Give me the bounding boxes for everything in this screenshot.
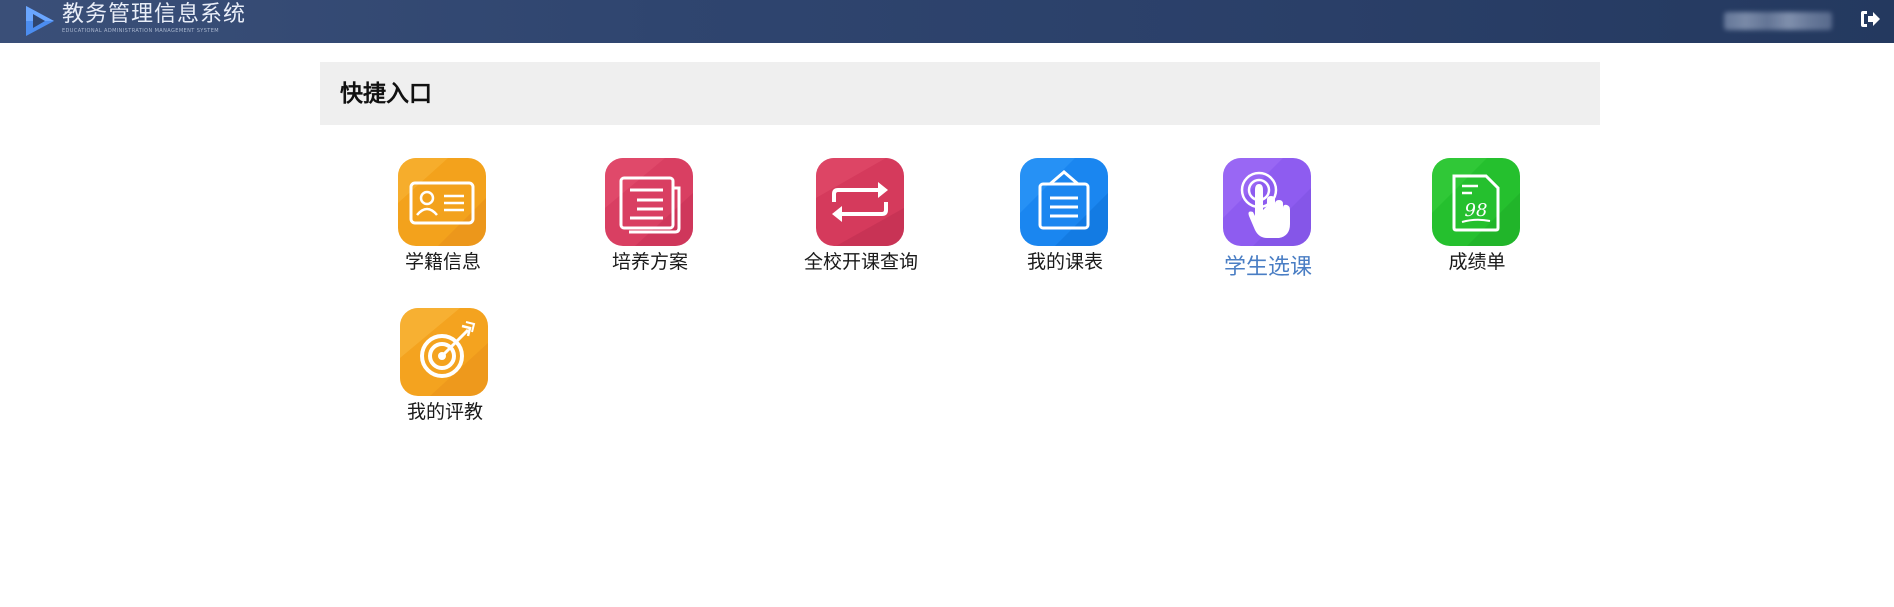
top-bar: 教务管理信息系统 EDUCATIONAL ADMINISTRATION MANA… — [0, 0, 1894, 43]
shortcut-my-timetable[interactable]: 我的课表 — [985, 158, 1145, 298]
play-triangle-logo-icon[interactable] — [22, 4, 58, 38]
id-card-icon — [398, 158, 486, 246]
shortcut-course-search[interactable]: 全校开课查询 — [781, 158, 941, 298]
user-name-blurred[interactable] — [1724, 12, 1832, 30]
shortcut-label: 学籍信息 — [404, 251, 481, 273]
document-icon — [605, 158, 693, 246]
shortcut-training-plan[interactable]: 培养方案 — [570, 158, 730, 298]
finger-tap-icon — [1223, 158, 1311, 246]
shortcut-label: 成绩单 — [1448, 251, 1506, 273]
sign-out-icon[interactable] — [1858, 7, 1882, 31]
shortcut-transcript[interactable]: 98 成绩单 — [1397, 158, 1557, 298]
shortcut-label: 全校开课查询 — [803, 251, 918, 273]
shortcut-my-evaluation[interactable]: 我的评教 — [365, 308, 525, 448]
quick-entry-header: 快捷入口 — [320, 62, 1600, 125]
shortcut-label: 培养方案 — [611, 251, 688, 273]
grade-sheet-icon: 98 — [1432, 158, 1520, 246]
shortcut-label: 我的课表 — [1026, 251, 1103, 273]
shortcut-label: 学生选课 — [1223, 255, 1312, 280]
swap-arrows-icon — [816, 158, 904, 246]
svg-text:98: 98 — [1465, 200, 1488, 221]
shortcut-course-selection[interactable]: 学生选课 — [1188, 158, 1348, 298]
target-arrow-icon — [400, 308, 488, 396]
brand-title: 教务管理信息系统 — [62, 2, 247, 27]
panel-title: 快捷入口 — [340, 81, 432, 107]
shortcut-label: 我的评教 — [406, 401, 483, 423]
hanging-board-icon — [1020, 158, 1108, 246]
brand-subtitle: EDUCATIONAL ADMINISTRATION MANAGEMENT SY… — [62, 28, 220, 34]
shortcut-student-status[interactable]: 学籍信息 — [363, 158, 523, 298]
